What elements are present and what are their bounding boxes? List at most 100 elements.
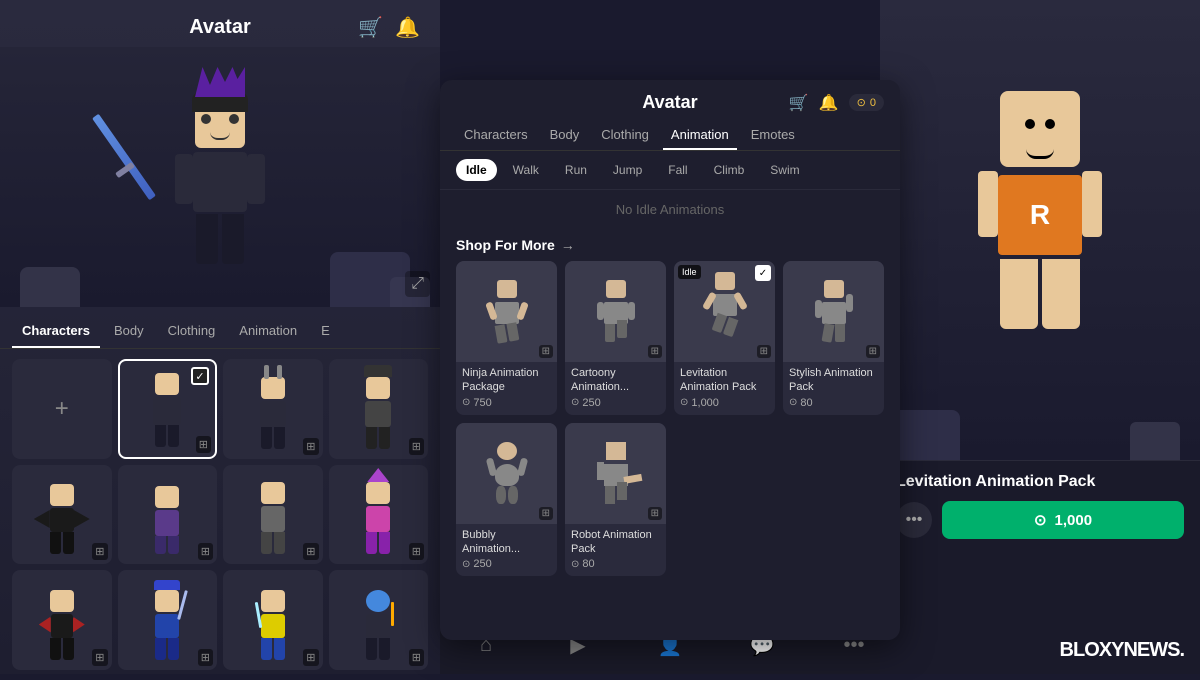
levitation-name: Levitation Animation Pack <box>680 366 769 395</box>
character-cell-9[interactable]: ⊞ <box>118 570 218 670</box>
mini-char-2 <box>238 369 308 449</box>
mid-tab-body[interactable]: Body <box>542 121 588 150</box>
levitation-price-value: 1,000 <box>691 397 719 409</box>
robux-icon-3: ⊙ <box>680 397 688 408</box>
character-cell-7[interactable]: ⊞ <box>329 465 429 565</box>
character-cell-1[interactable]: ✓ ⊞ <box>118 359 218 459</box>
mini-char-5 <box>132 474 202 554</box>
shop-item-stylish[interactable]: ⊞ Stylish Animation Pack ⊙ 80 <box>783 261 884 415</box>
char-legs-left <box>196 214 244 264</box>
copy-icon-1: ⊞ <box>196 436 211 453</box>
anim-tab-run[interactable]: Run <box>555 159 597 181</box>
expand-button[interactable]: ⤢ <box>405 271 430 297</box>
character-cell-3[interactable]: ⊞ <box>329 359 429 459</box>
mini-char-7 <box>343 474 413 554</box>
character-cell-5[interactable]: ⊞ <box>118 465 218 565</box>
copy-icon-bubbly: ⊞ <box>539 507 553 520</box>
mid-coins-icon: ⊙ <box>857 96 866 109</box>
avatar-editor-panel: Avatar 🛒 🔔 ⊙ 0 Characters Body Clothing … <box>440 80 900 640</box>
shop-item-cartoony[interactable]: ⊞ Cartoony Animation... ⊙ 250 <box>565 261 666 415</box>
character-cell-10[interactable]: ⊞ <box>223 570 323 670</box>
shop-item-bubbly[interactable]: ⊞ Bubbly Animation... ⊙ 250 <box>456 423 557 577</box>
copy-icon-2: ⊞ <box>303 438 318 455</box>
anim-tab-jump[interactable]: Jump <box>603 159 652 181</box>
stylish-figure <box>798 271 869 352</box>
ninja-name: Ninja Animation Package <box>462 366 551 395</box>
more-options-button[interactable]: ••• <box>896 502 932 538</box>
character-cell-8[interactable]: ⊞ <box>12 570 112 670</box>
watermark-text: BLOXY <box>1060 639 1124 661</box>
robux-icon-4: ⊙ <box>789 397 797 408</box>
buy-row: ••• ⊙ 1,000 <box>896 501 1184 539</box>
animation-subtabs: Idle Walk Run Jump Fall Climb Swim <box>440 151 900 190</box>
left-tab-emotes[interactable]: E <box>311 315 340 348</box>
buy-robux-icon: ⊙ <box>1034 511 1047 529</box>
left-tab-characters[interactable]: Characters <box>12 315 100 348</box>
character-cell-11[interactable]: ⊞ <box>329 570 429 670</box>
left-tab-body[interactable]: Body <box>104 315 154 348</box>
left-tab-clothing[interactable]: Clothing <box>158 315 226 348</box>
copy-icon-4: ⊞ <box>92 543 107 560</box>
copy-icon-7: ⊞ <box>409 543 424 560</box>
character-cell-4[interactable]: ⊞ <box>12 465 112 565</box>
mid-tab-animation[interactable]: Animation <box>663 121 737 150</box>
mid-tab-clothing[interactable]: Clothing <box>593 121 657 150</box>
character-grid: + ✓ ⊞ <box>0 349 440 680</box>
copy-icon-11: ⊞ <box>409 649 424 666</box>
right-char-head <box>1000 91 1080 167</box>
add-icon: + <box>55 395 69 423</box>
ninja-figure <box>471 271 542 352</box>
left-panel: Avatar 🛒 🔔 ⊙ 60 <box>0 0 440 674</box>
character-cell-2[interactable]: ⊞ <box>223 359 323 459</box>
cartoony-figure <box>580 271 651 352</box>
cartoony-price: ⊙ 250 <box>571 397 660 409</box>
rock-left <box>20 267 80 307</box>
mid-bell-icon[interactable]: 🔔 <box>819 93 839 113</box>
anim-tab-idle[interactable]: Idle <box>456 159 497 181</box>
copy-icon-5: ⊞ <box>198 543 213 560</box>
right-leg-left <box>1000 259 1038 329</box>
add-character-cell[interactable]: + <box>12 359 112 459</box>
mini-char-10 <box>238 580 308 660</box>
left-tab-animation[interactable]: Animation <box>229 315 307 348</box>
mid-coins-badge: ⊙ 0 <box>849 94 884 111</box>
shop-item-ninja[interactable]: ⊞ Ninja Animation Package ⊙ 750 <box>456 261 557 415</box>
check-badge-levitation: ✓ <box>755 265 771 281</box>
item-title: Levitation Animation Pack <box>896 473 1184 491</box>
shop-item-robot[interactable]: ⊞ Robot Animation Pack ⊙ 80 <box>565 423 666 577</box>
robot-price: ⊙ 80 <box>571 558 660 570</box>
mid-tab-characters[interactable]: Characters <box>456 121 536 150</box>
mini-char-3 <box>343 369 413 449</box>
buy-button[interactable]: ⊙ 1,000 <box>942 501 1184 539</box>
mid-header-icons: 🛒 🔔 ⊙ 0 <box>789 93 884 113</box>
mid-tab-emotes[interactable]: Emotes <box>743 121 803 150</box>
levitation-figure <box>689 271 760 352</box>
right-char-legs <box>1000 259 1080 329</box>
anim-tab-climb[interactable]: Climb <box>704 159 755 181</box>
stylish-price-value: 80 <box>800 397 812 409</box>
shop-header[interactable]: Shop For More → <box>440 229 900 261</box>
anim-tab-swim[interactable]: Swim <box>760 159 809 181</box>
right-char-face <box>1015 119 1065 139</box>
bell-icon[interactable]: 🔔 <box>395 15 420 40</box>
bubbly-figure <box>471 433 542 514</box>
shop-item-robot-img: ⊞ <box>565 423 666 524</box>
left-header-icons: 🛒 🔔 <box>358 15 420 40</box>
mid-cart-icon[interactable]: 🛒 <box>789 93 809 113</box>
cart-icon[interactable]: 🛒 <box>358 15 383 40</box>
anim-tab-walk[interactable]: Walk <box>503 159 549 181</box>
right-rock-right <box>1130 422 1180 460</box>
character-figure-left <box>130 67 310 287</box>
mid-nav: Characters Body Clothing Animation Emote… <box>440 113 900 151</box>
left-header: Avatar 🛒 🔔 <box>0 0 440 47</box>
right-eye-right <box>1045 119 1055 129</box>
robot-figure <box>580 433 651 514</box>
cartoony-price-value: 250 <box>582 397 600 409</box>
copy-icon-cartoony: ⊞ <box>648 345 662 358</box>
shop-item-levitation[interactable]: Idle ✓ ⊞ Levitation Animation Pack ⊙ 1,0… <box>674 261 775 415</box>
character-cell-6[interactable]: ⊞ <box>223 465 323 565</box>
copy-icon-levitation: ⊞ <box>757 345 771 358</box>
robux-icon-6: ⊙ <box>571 559 579 570</box>
cartoony-info: Cartoony Animation... ⊙ 250 <box>565 362 666 415</box>
anim-tab-fall[interactable]: Fall <box>658 159 697 181</box>
